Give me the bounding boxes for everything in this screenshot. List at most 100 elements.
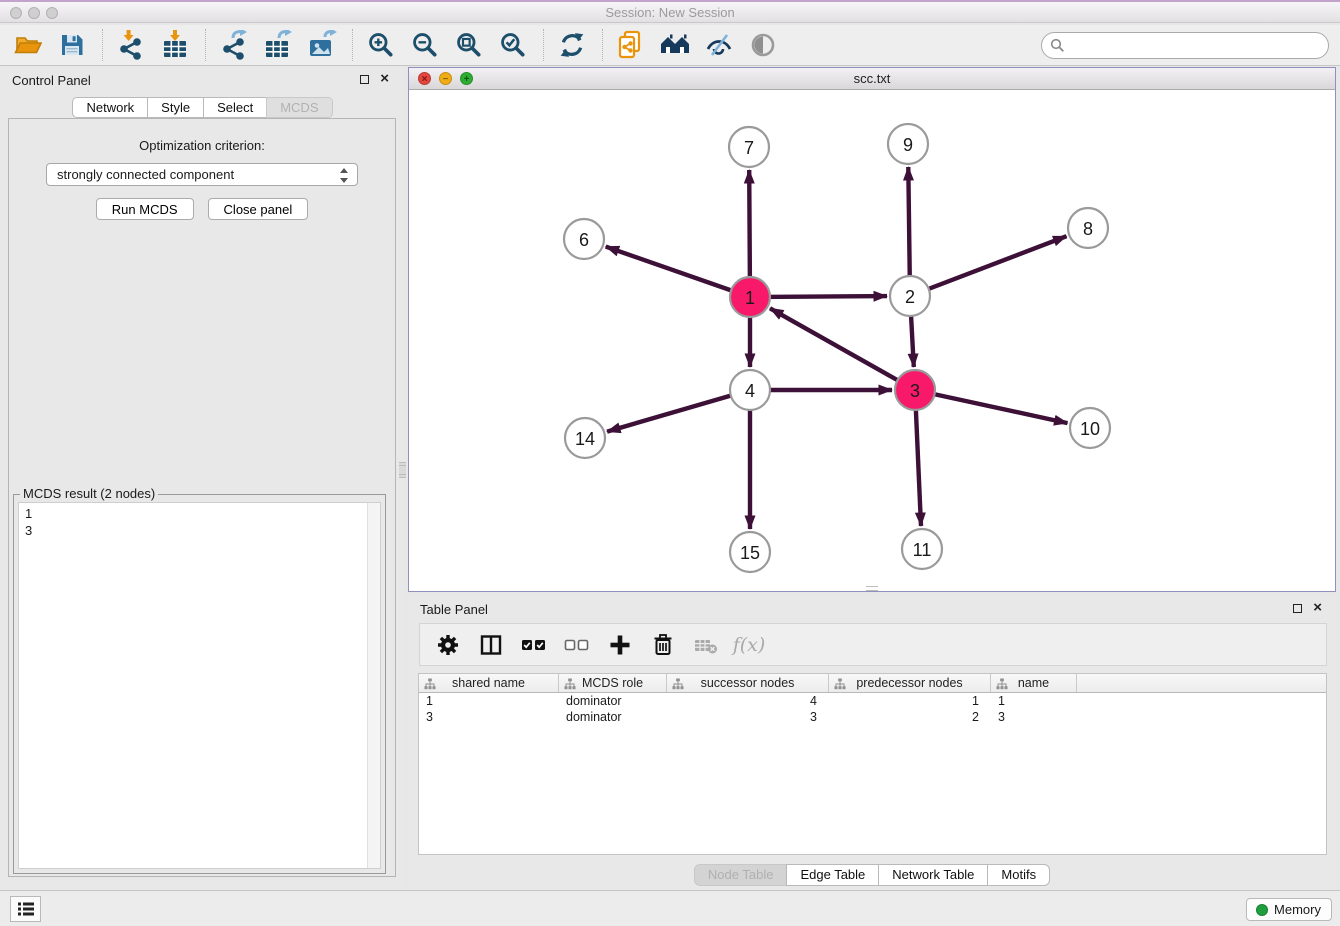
control-panel-header: Control Panel × xyxy=(0,67,405,93)
tab-mcds[interactable]: MCDS xyxy=(266,97,332,118)
mcds-result-list[interactable]: 1 3 xyxy=(18,502,381,869)
graph-edge-3-10[interactable] xyxy=(915,390,1068,423)
graph-node-4[interactable]: 4 xyxy=(730,370,770,410)
toolbar-separator xyxy=(205,29,206,61)
fx-label: f(x) xyxy=(733,634,766,656)
table-cell: dominator xyxy=(559,710,667,724)
column-type-icon xyxy=(672,678,684,690)
optimization-criterion-label: Optimization criterion: xyxy=(9,138,395,153)
export-image-icon[interactable] xyxy=(306,29,338,61)
zoom-in-icon[interactable] xyxy=(365,29,397,61)
column-header-mcds-role[interactable]: MCDS role xyxy=(559,674,667,692)
run-mcds-button[interactable]: Run MCDS xyxy=(96,198,194,220)
table-tab-motifs[interactable]: Motifs xyxy=(987,864,1050,886)
zoom-selected-icon[interactable] xyxy=(497,29,529,61)
graph-node-10[interactable]: 10 xyxy=(1070,408,1110,448)
svg-text:10: 10 xyxy=(1080,419,1100,439)
main-toolbar xyxy=(0,25,1340,66)
tab-select[interactable]: Select xyxy=(203,97,267,118)
graph-node-15[interactable]: 15 xyxy=(730,532,770,572)
svg-text:15: 15 xyxy=(740,543,760,563)
open-session-icon[interactable] xyxy=(12,29,44,61)
graph-node-2[interactable]: 2 xyxy=(890,276,930,316)
svg-text:14: 14 xyxy=(575,429,595,449)
table-row[interactable]: 3dominator323 xyxy=(419,709,1326,725)
tab-network[interactable]: Network xyxy=(72,97,148,118)
network-view-window: × − + scc.txt 7 9 6 8 1 2 4 3 14 10 15 11 xyxy=(408,67,1336,592)
graph-node-1[interactable]: 1 xyxy=(730,277,770,317)
zoom-fit-icon[interactable] xyxy=(453,29,485,61)
table-panel-header: Table Panel × xyxy=(408,596,1336,622)
toolbar-separator xyxy=(543,29,544,61)
import-network-icon[interactable] xyxy=(115,29,147,61)
table-cell: 4 xyxy=(667,694,829,708)
table-panel-tabs: Node TableEdge TableNetwork TableMotifs xyxy=(408,864,1336,886)
network-window-titlebar[interactable]: × − + scc.txt xyxy=(409,68,1335,90)
first-neighbors-icon[interactable] xyxy=(659,29,691,61)
tab-style[interactable]: Style xyxy=(147,97,204,118)
table-tab-edge-table[interactable]: Edge Table xyxy=(786,864,879,886)
column-type-icon xyxy=(564,678,576,690)
column-header-name[interactable]: name xyxy=(991,674,1077,692)
table-tab-node-table[interactable]: Node Table xyxy=(694,864,788,886)
delete-column-trash-icon[interactable] xyxy=(650,632,676,658)
graph-edge-3-1[interactable] xyxy=(770,308,915,390)
graph-node-8[interactable]: 8 xyxy=(1068,208,1108,248)
graph-node-11[interactable]: 11 xyxy=(902,529,942,569)
table-settings-gear-icon[interactable] xyxy=(435,632,461,658)
svg-text:8: 8 xyxy=(1083,219,1093,239)
export-network-icon[interactable] xyxy=(218,29,250,61)
table-row[interactable]: 1dominator411 xyxy=(419,693,1326,709)
criterion-dropdown[interactable]: strongly connected component xyxy=(46,163,358,186)
create-column-plus-icon[interactable] xyxy=(607,632,633,658)
result-scrollbar[interactable] xyxy=(367,503,380,868)
graph-edge-4-14[interactable] xyxy=(607,390,750,432)
show-all-icon[interactable] xyxy=(747,29,779,61)
unselect-all-columns-icon[interactable] xyxy=(564,632,590,658)
hide-selected-icon[interactable] xyxy=(703,29,735,61)
close-panel-button[interactable]: Close panel xyxy=(208,198,309,220)
task-history-button[interactable] xyxy=(10,896,41,922)
import-table-icon[interactable] xyxy=(159,29,191,61)
network-resize-grip[interactable] xyxy=(866,586,878,591)
save-session-icon[interactable] xyxy=(56,29,88,61)
graph-node-3[interactable]: 3 xyxy=(895,370,935,410)
mcds-result-box: MCDS result (2 nodes) 1 3 xyxy=(13,494,386,874)
graph-edge-1-6[interactable] xyxy=(606,247,750,297)
graph-node-7[interactable]: 7 xyxy=(729,127,769,167)
function-builder-icon[interactable]: f(x) xyxy=(736,632,762,658)
export-table-icon[interactable] xyxy=(262,29,294,61)
graph-node-6[interactable]: 6 xyxy=(564,219,604,259)
graph-node-14[interactable]: 14 xyxy=(565,418,605,458)
show-column-icon[interactable] xyxy=(478,632,504,658)
select-all-columns-icon[interactable] xyxy=(521,632,547,658)
control-panel-title: Control Panel xyxy=(12,73,91,88)
column-header-predecessor-nodes[interactable]: predecessor nodes xyxy=(829,674,991,692)
table-cell: 1 xyxy=(991,694,1077,708)
float-table-panel-icon[interactable] xyxy=(1293,604,1302,613)
float-panel-icon[interactable] xyxy=(360,75,369,84)
node-table: shared nameMCDS rolesuccessor nodesprede… xyxy=(418,673,1327,855)
column-header-successor-nodes[interactable]: successor nodes xyxy=(667,674,829,692)
clone-network-icon[interactable] xyxy=(615,29,647,61)
svg-text:4: 4 xyxy=(745,381,755,401)
memory-button[interactable]: Memory xyxy=(1246,898,1332,921)
search-input[interactable] xyxy=(1070,36,1328,56)
zoom-out-icon[interactable] xyxy=(409,29,441,61)
refresh-layout-icon[interactable] xyxy=(556,29,588,61)
control-panel-tabs: NetworkStyleSelectMCDS xyxy=(0,97,405,118)
list-icon xyxy=(17,901,35,917)
delete-table-icon[interactable] xyxy=(693,632,719,658)
graph-edge-2-8[interactable] xyxy=(910,236,1067,296)
mcds-result-title: MCDS result (2 nodes) xyxy=(20,486,158,501)
close-table-panel-icon[interactable]: × xyxy=(1313,600,1322,616)
network-canvas[interactable]: 7 9 6 8 1 2 4 3 14 10 15 11 xyxy=(409,90,1335,591)
graph-node-9[interactable]: 9 xyxy=(888,124,928,164)
close-panel-icon[interactable]: × xyxy=(380,71,389,87)
svg-text:11: 11 xyxy=(913,540,932,560)
table-tab-network-table[interactable]: Network Table xyxy=(878,864,988,886)
search-field[interactable] xyxy=(1041,32,1329,59)
column-header-shared-name[interactable]: shared name xyxy=(419,674,559,692)
panel-splitter-grip[interactable] xyxy=(399,462,406,478)
search-icon xyxy=(1050,38,1065,53)
